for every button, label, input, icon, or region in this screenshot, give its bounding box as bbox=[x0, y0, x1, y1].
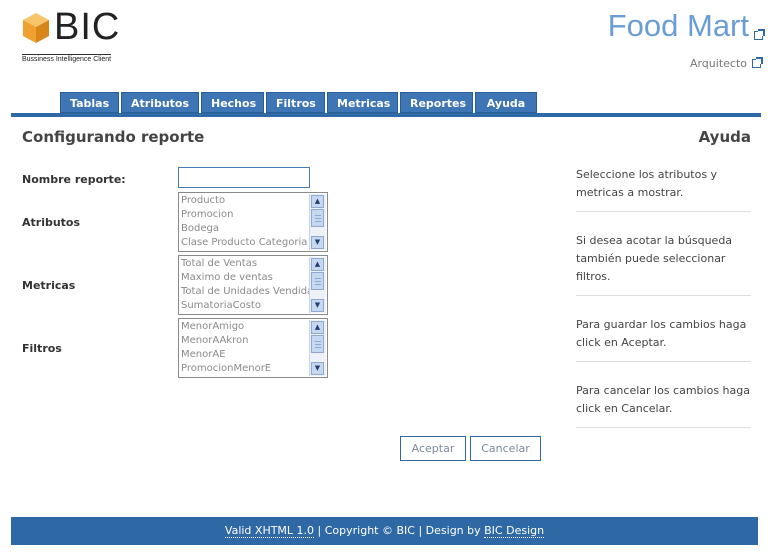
footer-separator: | bbox=[314, 524, 325, 537]
nav-underline bbox=[11, 113, 761, 117]
external-link-icon bbox=[752, 57, 763, 68]
nombre-reporte-input[interactable] bbox=[178, 167, 310, 188]
user-role-link[interactable]: Arquitecto bbox=[689, 57, 763, 70]
list-option[interactable]: Bodega bbox=[181, 222, 309, 236]
atributos-label: Atributos bbox=[22, 216, 81, 229]
listbox-scrollbar[interactable]: ▲ ▼ bbox=[309, 320, 326, 376]
cancelar-button[interactable]: Cancelar bbox=[470, 436, 541, 461]
list-option[interactable]: SumatoriaCosto bbox=[181, 299, 309, 313]
site-title[interactable]: Food Mart bbox=[607, 8, 765, 44]
filtros-label: Filtros bbox=[22, 342, 62, 355]
listbox-scrollbar[interactable]: ▲ ▼ bbox=[309, 257, 326, 313]
help-title: Ayuda bbox=[698, 128, 751, 146]
list-option[interactable]: Total de Unidades Vendidas bbox=[181, 285, 309, 299]
scroll-thumb[interactable] bbox=[311, 335, 324, 353]
help-item: Para cancelar los cambios haga click en … bbox=[576, 382, 751, 428]
user-role-text: Arquitecto bbox=[689, 57, 747, 70]
list-option[interactable]: Maximo de ventas bbox=[181, 271, 309, 285]
scroll-thumb[interactable] bbox=[311, 272, 324, 290]
external-link-icon bbox=[754, 29, 765, 40]
copyright-text: Copyright © BIC bbox=[324, 524, 415, 537]
site-title-text: Food Mart bbox=[607, 8, 749, 43]
list-option[interactable]: MenorAAkron bbox=[181, 334, 309, 348]
list-option[interactable]: Promocion bbox=[181, 208, 309, 222]
list-option[interactable]: MenorAmigo bbox=[181, 320, 309, 334]
list-option[interactable]: Total de Ventas bbox=[181, 257, 309, 271]
list-option[interactable]: Clase Producto Categoria bbox=[181, 236, 309, 250]
cube-logo-icon bbox=[23, 13, 49, 43]
list-option[interactable]: Producto bbox=[181, 194, 309, 208]
bic-logo: BIC Bussiness Intelligence Client bbox=[22, 6, 124, 68]
logo-tagline: Bussiness Intelligence Client bbox=[22, 54, 112, 63]
metricas-listbox[interactable]: Total de Ventas Maximo de ventas Total d… bbox=[178, 255, 328, 315]
atributos-listbox[interactable]: Producto Promocion Bodega Clase Producto… bbox=[178, 192, 328, 252]
valid-xhtml-link[interactable]: Valid XHTML 1.0 bbox=[224, 524, 315, 538]
footer-separator: | Design by bbox=[414, 524, 485, 537]
scroll-up-arrow-icon[interactable]: ▲ bbox=[311, 195, 324, 208]
list-option[interactable]: MenorAE bbox=[181, 348, 309, 362]
page-title: Configurando reporte bbox=[22, 128, 205, 146]
logo-text: BIC bbox=[54, 6, 121, 48]
design-link[interactable]: BIC Design bbox=[484, 524, 545, 538]
scroll-up-arrow-icon[interactable]: ▲ bbox=[311, 321, 324, 334]
nombre-reporte-label: Nombre reporte: bbox=[22, 173, 126, 186]
scroll-up-arrow-icon[interactable]: ▲ bbox=[311, 258, 324, 271]
help-item: Seleccione los atributos y metricas a mo… bbox=[576, 166, 751, 212]
metricas-label: Metricas bbox=[22, 279, 76, 292]
tab-hechos[interactable]: Hechos bbox=[201, 92, 264, 113]
help-item: Si desea acotar la búsqueda también pued… bbox=[576, 232, 751, 296]
tab-tablas[interactable]: Tablas bbox=[60, 92, 119, 113]
tab-filtros[interactable]: Filtros bbox=[266, 92, 325, 113]
help-item: Para guardar los cambios haga click en A… bbox=[576, 316, 751, 362]
scroll-down-arrow-icon[interactable]: ▼ bbox=[311, 362, 324, 375]
aceptar-button[interactable]: Aceptar bbox=[400, 436, 466, 461]
tab-atributos[interactable]: Atributos bbox=[121, 92, 199, 113]
filtros-listbox[interactable]: MenorAmigo MenorAAkron MenorAE Promocion… bbox=[178, 318, 328, 378]
scroll-thumb[interactable] bbox=[311, 209, 324, 227]
tab-ayuda[interactable]: Ayuda bbox=[475, 92, 537, 113]
scroll-down-arrow-icon[interactable]: ▼ bbox=[311, 236, 324, 249]
list-option[interactable]: PromocionMenorE bbox=[181, 362, 309, 376]
scroll-down-arrow-icon[interactable]: ▼ bbox=[311, 299, 324, 312]
footer: Valid XHTML 1.0 | Copyright © BIC | Desi… bbox=[11, 517, 758, 545]
main-nav: Tablas Atributos Hechos Filtros Metricas… bbox=[60, 92, 537, 113]
listbox-scrollbar[interactable]: ▲ ▼ bbox=[309, 194, 326, 250]
tab-reportes[interactable]: Reportes bbox=[400, 92, 473, 113]
tab-metricas[interactable]: Metricas bbox=[327, 92, 398, 113]
